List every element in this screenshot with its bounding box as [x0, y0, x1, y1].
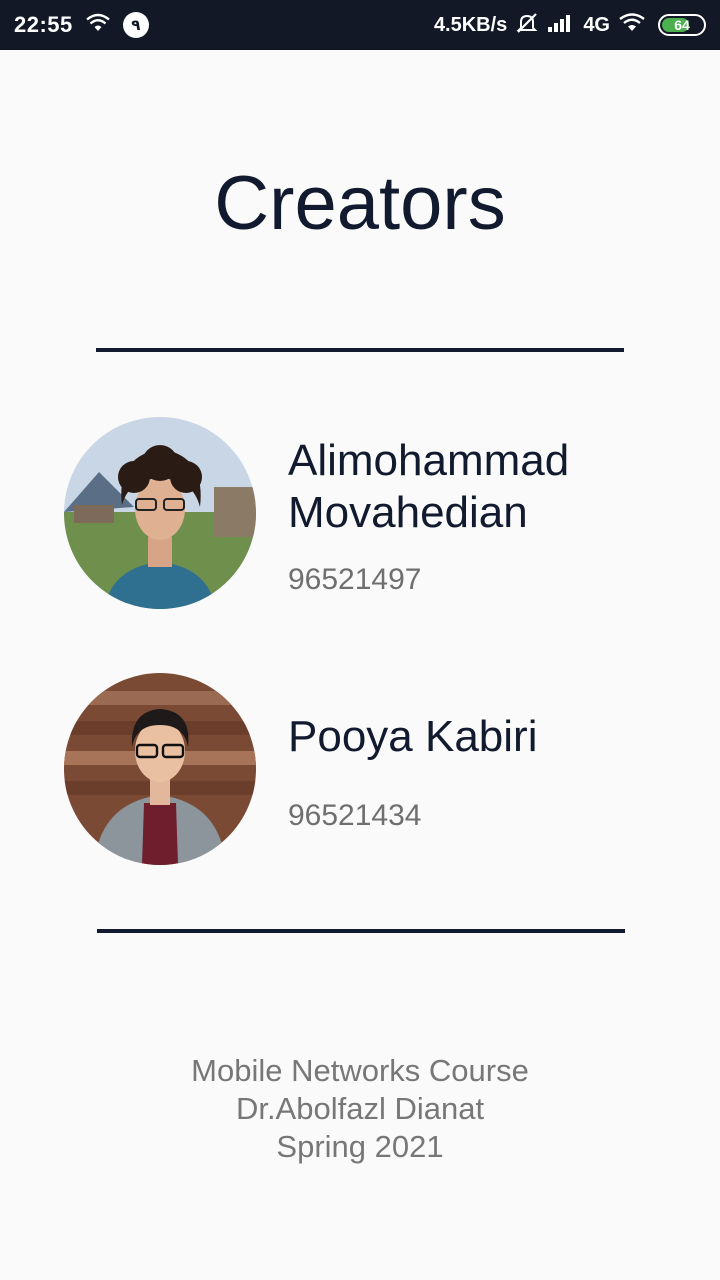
notification-badge: ٩	[122, 12, 149, 38]
status-bar-right: 4.5KB/s 4G 64	[434, 12, 706, 39]
signal-icon	[547, 13, 575, 38]
footer-term: Spring 2021	[276, 1129, 444, 1164]
creator-name-last: Movahedian	[288, 488, 528, 537]
avatar	[64, 673, 256, 865]
battery-level: 64	[674, 17, 690, 33]
creator-name: Alimohammad Movahedian	[288, 435, 569, 539]
footer-instructor: Dr.Abolfazl Dianat	[235, 1091, 485, 1126]
status-bar-left: 22:55 ٩	[14, 12, 149, 38]
top-divider	[96, 348, 624, 352]
mute-icon	[515, 12, 539, 39]
avatar	[64, 417, 256, 609]
creator-card: Alimohammad Movahedian 96521497	[64, 417, 664, 609]
page-title: Creators	[214, 161, 506, 246]
wifi-icon-2	[618, 12, 646, 38]
clock: 22:55	[14, 12, 73, 37]
creator-name-first: Alimohammad	[288, 436, 570, 485]
battery-icon: 64	[658, 14, 706, 36]
footer: Mobile Networks Course Dr.Abolfazl Diana…	[0, 1052, 720, 1166]
status-bar: 22:55 ٩ 4.5KB/s 4G 64	[0, 0, 720, 50]
creator-student-id: 96521434	[288, 799, 422, 832]
creator-card: Pooya Kabiri 96521434	[64, 673, 664, 865]
wifi-icon	[85, 13, 111, 38]
creator-name: Pooya Kabiri	[288, 712, 538, 761]
bottom-divider	[97, 929, 625, 933]
creator-student-id: 96521497	[288, 563, 422, 596]
network-type: 4G	[583, 13, 610, 36]
footer-course: Mobile Networks Course	[191, 1053, 529, 1088]
network-speed: 4.5KB/s	[433, 13, 508, 36]
